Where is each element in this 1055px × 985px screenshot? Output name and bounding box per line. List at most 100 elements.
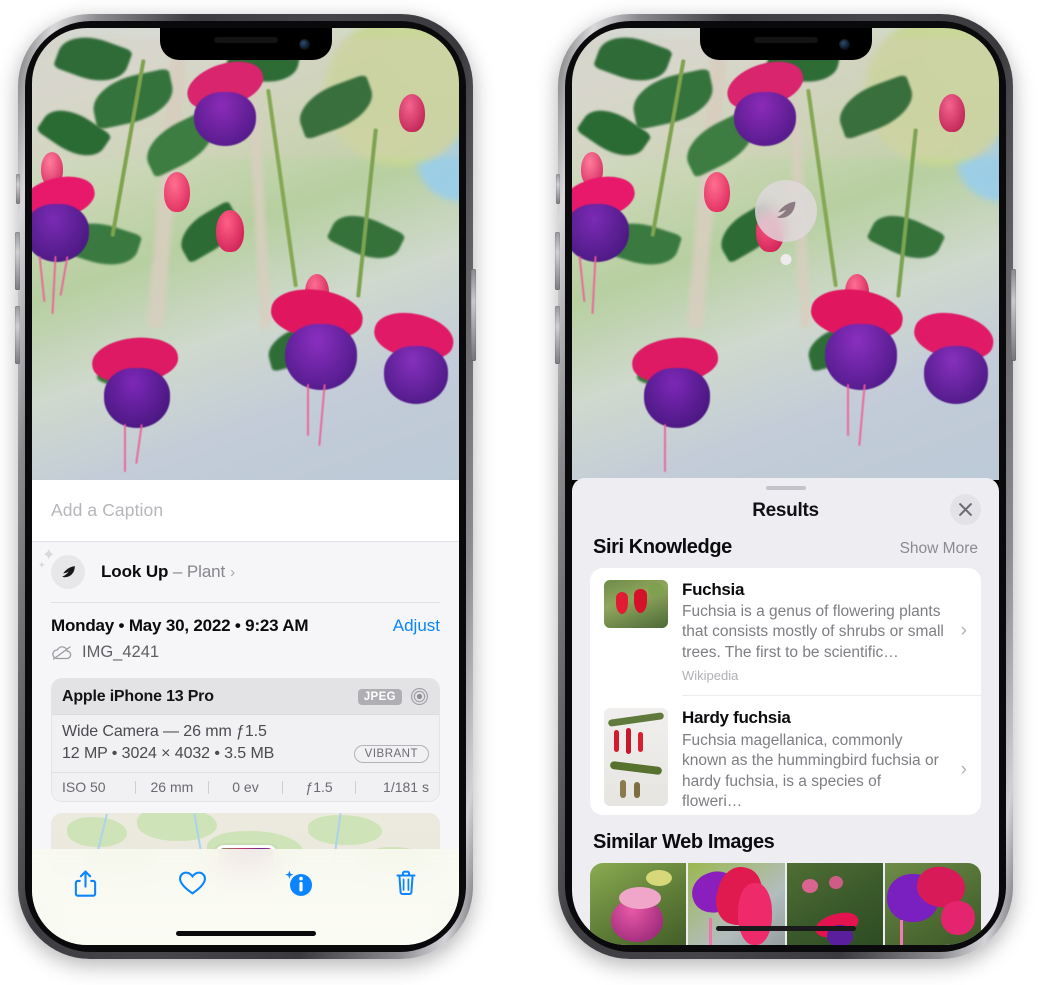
front-camera	[298, 39, 310, 50]
flower-bud	[399, 94, 426, 132]
icloud-slash-icon	[51, 645, 73, 661]
knowledge-title: Fuchsia	[682, 579, 745, 599]
left-screen: Add a Caption ✦ ✦ Look Up – Plant › Mond…	[32, 28, 459, 945]
show-more-button[interactable]: Show More	[900, 540, 978, 558]
similar-images-title: Similar Web Images	[593, 830, 775, 853]
photo-image[interactable]	[32, 28, 459, 480]
adjust-button[interactable]: Adjust	[393, 616, 440, 636]
share-button[interactable]	[32, 861, 139, 905]
sparkle-icon: ✦	[38, 560, 46, 570]
right-screen: Results Siri Knowledge Show More Fuchsia…	[572, 28, 999, 945]
flower-bud	[164, 172, 191, 212]
look-up-title: Look Up	[101, 562, 169, 581]
caption-row[interactable]: Add a Caption	[32, 480, 459, 542]
earpiece-speaker	[213, 37, 278, 43]
knowledge-source: Wikipedia	[682, 668, 739, 684]
iphone-left: Add a Caption ✦ ✦ Look Up – Plant › Mond…	[15, 14, 476, 959]
earpiece-speaker	[753, 37, 818, 43]
siri-knowledge-header: Siri Knowledge Show More	[572, 532, 999, 568]
photo-metadata: Monday • May 30, 2022 • 9:23 AM Adjust I…	[32, 603, 459, 668]
notch	[159, 28, 332, 60]
section-title: Siri Knowledge	[593, 535, 732, 558]
leaf-icon	[51, 555, 85, 589]
exif-shutter-speed: 1/181 s	[383, 779, 429, 795]
similar-image-thumb[interactable]	[688, 862, 785, 945]
format-badge: JPEG	[357, 688, 402, 705]
similar-image-thumb[interactable]	[884, 862, 981, 945]
exif-iso: ISO 50	[62, 779, 106, 795]
knowledge-item[interactable]: Hardy fuchsia Fuchsia magellanica, commo…	[590, 696, 981, 815]
screenshot-root: Add a Caption ✦ ✦ Look Up – Plant › Mond…	[0, 0, 1055, 985]
look-up-icon-wrap: ✦ ✦	[38, 548, 85, 589]
aperture-icon	[410, 687, 429, 706]
leaf-icon	[776, 201, 795, 218]
results-sheet: Results Siri Knowledge Show More Fuchsia…	[572, 478, 999, 945]
flower-bud	[215, 210, 244, 252]
image-specs: 12 MP • 3024 × 4032 • 3.5 MB	[62, 745, 275, 762]
knowledge-text: Hardy fuchsia Fuchsia magellanica, commo…	[682, 708, 967, 815]
share-icon	[73, 869, 98, 898]
trash-icon	[394, 869, 418, 897]
siri-knowledge-card: Fuchsia Fuchsia is a genus of flowering …	[590, 567, 981, 815]
front-camera	[838, 39, 850, 50]
home-indicator[interactable]	[715, 926, 856, 931]
knowledge-text: Fuchsia Fuchsia is a genus of flowering …	[682, 580, 967, 684]
file-name: IMG_4241	[82, 643, 160, 661]
chevron-right-icon: ›	[960, 620, 967, 642]
knowledge-item[interactable]: Fuchsia Fuchsia is a genus of flowering …	[590, 568, 981, 696]
volume-down-button[interactable]	[555, 306, 560, 364]
results-header: Results	[572, 490, 999, 531]
caption-input-placeholder[interactable]: Add a Caption	[51, 500, 163, 521]
look-up-subject: Plant	[186, 562, 226, 581]
power-button[interactable]	[1011, 269, 1016, 361]
volume-up-button[interactable]	[15, 232, 20, 290]
heart-icon	[178, 870, 207, 896]
photographic-style-badge: VIBRANT	[353, 745, 429, 763]
volume-up-button[interactable]	[555, 232, 560, 290]
knowledge-title: Hardy fuchsia	[682, 708, 791, 728]
photo-toolbar	[32, 849, 459, 945]
chevron-right-icon: ›	[230, 564, 236, 581]
lens-info: Wide Camera — 26 mm ƒ1.5	[62, 723, 267, 740]
power-button[interactable]	[471, 269, 476, 361]
exif-focal-length: 26 mm	[150, 779, 194, 795]
flower-bud	[939, 94, 966, 132]
flower-bud	[704, 172, 731, 212]
camera-card-header: Apple iPhone 13 Pro JPEG	[52, 679, 439, 715]
knowledge-thumbnail	[604, 579, 668, 628]
visual-lookup-badge-dot	[780, 254, 791, 265]
photo-image[interactable]	[572, 28, 999, 480]
close-button[interactable]	[950, 494, 981, 526]
close-icon	[959, 503, 972, 517]
look-up-row[interactable]: ✦ ✦ Look Up – Plant ›	[32, 542, 459, 602]
results-title: Results	[752, 500, 819, 521]
knowledge-description: Fuchsia magellanica, commonly known as t…	[682, 731, 939, 811]
exif-exposure-value: 0 ev	[232, 779, 259, 795]
camera-card-body: Wide Camera — 26 mm ƒ1.5 12 MP • 3024 × …	[52, 715, 439, 772]
iphone-right: Results Siri Knowledge Show More Fuchsia…	[555, 14, 1016, 959]
delete-button[interactable]	[352, 861, 459, 905]
info-sparkle-icon	[283, 868, 315, 898]
device-name: Apple iPhone 13 Pro	[62, 687, 214, 705]
home-indicator[interactable]	[175, 931, 316, 936]
exif-aperture: ƒ1.5	[305, 779, 333, 795]
similar-images-row[interactable]	[572, 862, 999, 945]
info-button[interactable]	[246, 861, 353, 905]
look-up-label: Look Up – Plant ›	[101, 562, 235, 582]
favorite-button[interactable]	[139, 861, 246, 905]
knowledge-description: Fuchsia is a genus of flowering plants t…	[682, 602, 944, 661]
similar-image-thumb[interactable]	[786, 862, 883, 945]
look-up-dash: –	[168, 562, 187, 581]
camera-info-card[interactable]: Apple iPhone 13 Pro JPEG Wide Camera — 2…	[51, 678, 440, 802]
visual-lookup-badge[interactable]	[754, 180, 817, 242]
knowledge-thumbnail	[604, 708, 668, 807]
mute-switch[interactable]	[16, 174, 20, 204]
camera-badges: JPEG	[357, 687, 429, 706]
exif-row: ISO 50 26 mm 0 ev ƒ1.5 1/181 s	[52, 772, 439, 801]
notch	[699, 28, 872, 60]
capture-date: Monday • May 30, 2022 • 9:23 AM	[51, 616, 309, 635]
chevron-right-icon: ›	[960, 759, 967, 781]
mute-switch[interactable]	[556, 174, 560, 204]
volume-down-button[interactable]	[15, 306, 20, 364]
similar-image-thumb[interactable]	[590, 862, 687, 945]
